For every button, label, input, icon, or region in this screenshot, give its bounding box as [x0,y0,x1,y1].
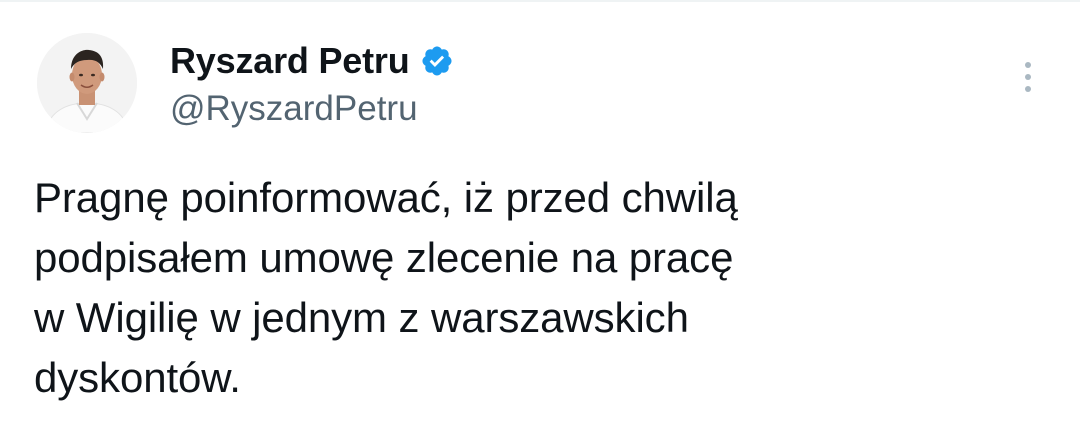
name-row: Ryszard Petru [170,38,454,84]
verified-badge-icon [420,44,454,78]
avatar-photo-icon [37,33,137,133]
author-display-name[interactable]: Ryszard Petru [170,38,410,84]
author-handle[interactable]: @RyszardPetru [170,86,454,132]
more-options-button[interactable] [1012,58,1044,98]
author-avatar[interactable] [37,33,137,133]
tweet-header: Ryszard Petru @RyszardPetru [170,38,454,132]
vertical-ellipsis-icon [1025,62,1031,92]
top-divider [0,0,1080,2]
tweet-text: Pragnę poinformować, iż przed chwilą pod… [34,174,738,401]
